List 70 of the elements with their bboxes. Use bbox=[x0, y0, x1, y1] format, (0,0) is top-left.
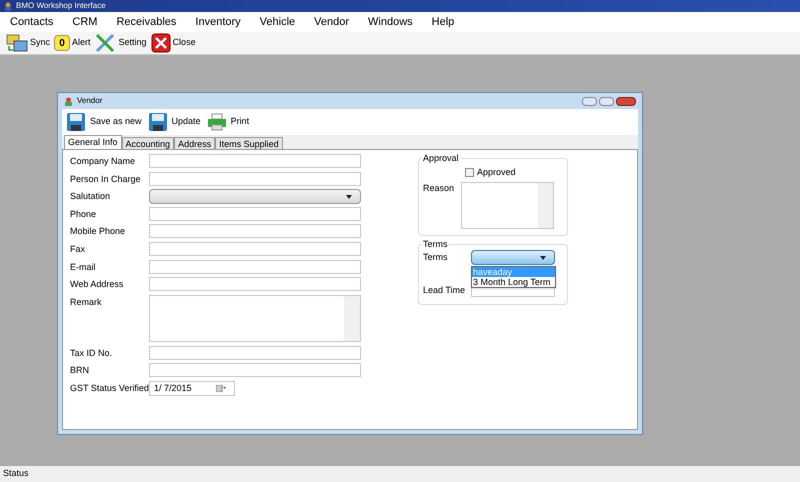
field-label: Lead Time bbox=[423, 284, 466, 297]
tools-icon bbox=[94, 33, 117, 53]
window-title: BMO Workshop Interface bbox=[16, 0, 106, 12]
field-label: Person In Charge bbox=[70, 172, 142, 186]
close-button[interactable] bbox=[616, 96, 636, 106]
field-label: GST Status Verified bbox=[70, 382, 149, 395]
status-text: Status bbox=[3, 467, 29, 480]
toolbar-button[interactable]: Setting bbox=[94, 33, 147, 53]
text-field[interactable] bbox=[149, 242, 361, 256]
checkbox-label: Approved bbox=[477, 166, 516, 179]
caret-icon bbox=[540, 256, 546, 260]
tab[interactable]: Accounting bbox=[122, 137, 174, 149]
field-label: E-mail bbox=[70, 260, 97, 274]
field-label: BRN bbox=[70, 364, 90, 378]
scrollbar[interactable] bbox=[538, 182, 553, 228]
menu-item[interactable]: Receivables bbox=[116, 14, 176, 30]
menu-item[interactable]: Vendor bbox=[314, 14, 350, 30]
menu-item[interactable]: Contacts bbox=[10, 14, 54, 30]
person-icon bbox=[64, 96, 73, 106]
dropdown-field[interactable] bbox=[149, 189, 361, 204]
menu-item[interactable]: Inventory bbox=[195, 14, 241, 30]
text-field[interactable] bbox=[149, 260, 361, 274]
window-title: Vendor bbox=[77, 95, 102, 107]
toolbar-button[interactable]: Save as new bbox=[66, 112, 142, 132]
toolbar-button[interactable]: Update bbox=[148, 112, 201, 132]
date-field[interactable]: 1/ 7/2015 bbox=[149, 380, 235, 396]
toolbar-button[interactable]: 0 Alert bbox=[54, 35, 91, 51]
text-field[interactable] bbox=[149, 206, 361, 221]
tab[interactable]: Address bbox=[174, 137, 216, 149]
text-field[interactable] bbox=[149, 346, 361, 360]
checkbox[interactable] bbox=[465, 168, 474, 178]
minimize-button[interactable] bbox=[582, 96, 597, 106]
maximize-button[interactable] bbox=[599, 96, 614, 106]
toolbar-button[interactable]: Close bbox=[150, 33, 196, 53]
menu-item[interactable]: Windows bbox=[368, 14, 413, 30]
tab[interactable]: General Info bbox=[64, 135, 122, 149]
field-label: Terms bbox=[423, 250, 448, 264]
person-icon bbox=[4, 2, 12, 10]
calendar-icon bbox=[216, 384, 226, 392]
field-label: Phone bbox=[70, 208, 98, 221]
text-field[interactable] bbox=[149, 277, 361, 292]
field-label: Mobile Phone bbox=[70, 225, 126, 238]
field-label: Remark bbox=[70, 296, 103, 309]
text-field[interactable] bbox=[149, 224, 361, 238]
menu-item[interactable]: Vehicle bbox=[260, 14, 296, 30]
caret-icon bbox=[346, 194, 352, 199]
toolbar-button[interactable]: Print bbox=[206, 113, 250, 131]
field-label: Fax bbox=[70, 242, 86, 256]
group-title: Terms bbox=[422, 239, 448, 250]
scrollbar[interactable] bbox=[344, 296, 360, 341]
printer-icon bbox=[206, 113, 227, 131]
toolbar-button[interactable]: Sync bbox=[6, 33, 50, 53]
text-field[interactable] bbox=[149, 363, 361, 378]
reason-field[interactable] bbox=[461, 182, 554, 228]
alert-count-icon: 0 bbox=[54, 35, 70, 51]
menu-item[interactable]: Help bbox=[432, 14, 454, 30]
remark-field[interactable] bbox=[149, 294, 361, 342]
field-label: Salutation bbox=[70, 190, 112, 204]
field-label: Reason bbox=[423, 182, 456, 194]
text-field[interactable] bbox=[149, 172, 361, 186]
menu-item[interactable]: CRM bbox=[72, 14, 98, 30]
dropdown-option[interactable]: 3 Month Long Term bbox=[472, 277, 555, 287]
field-label: Company Name bbox=[70, 155, 136, 168]
group-title: Approval bbox=[422, 153, 460, 164]
dropdown-field[interactable] bbox=[471, 250, 555, 265]
tab[interactable]: Items Supplied bbox=[215, 137, 283, 149]
monitors-icon bbox=[6, 33, 28, 53]
field-label: Web Address bbox=[70, 278, 124, 292]
field-label: Tax ID No. bbox=[70, 346, 114, 360]
text-field[interactable] bbox=[149, 154, 361, 168]
